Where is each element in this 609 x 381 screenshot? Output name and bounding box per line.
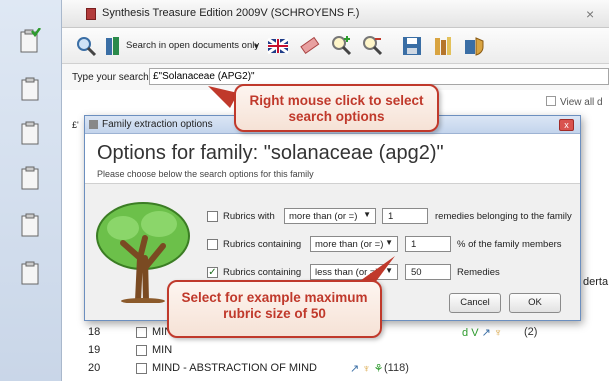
clipboard-icon[interactable] — [19, 165, 41, 191]
row-text: MIND - ABSTRACTION OF MIND — [152, 362, 317, 374]
security-icon[interactable] — [462, 34, 486, 58]
option-row-remedies-in-family: Rubrics with more than (or =) ▼ 1 remedie… — [207, 208, 577, 226]
clipboard-icon[interactable] — [19, 212, 41, 238]
operator-value: more than (or =) — [289, 211, 358, 222]
row-number: 20 — [88, 362, 101, 374]
operator-select[interactable]: more than (or =) ▼ — [310, 236, 398, 252]
remedy-icons: ↗ ♆ ⚘ — [350, 363, 384, 375]
chevron-down-icon: ▼ — [385, 238, 393, 247]
clipboard-icon[interactable] — [19, 120, 41, 146]
view-all-label: View all d — [560, 97, 603, 108]
option-label: Rubrics containing — [223, 239, 302, 250]
results-row-prefix: £' — [72, 120, 79, 130]
dialog-header: Options for family: "solanaceae (apg2)" … — [85, 134, 580, 184]
view-all-toggle[interactable]: View all d — [546, 96, 603, 108]
dialog-close-button[interactable]: x — [559, 119, 574, 131]
cancel-button[interactable]: Cancel — [449, 293, 501, 313]
operator-select[interactable]: less than (or =) ▼ — [310, 264, 398, 280]
table-row[interactable]: 20 MIND - ABSTRACTION OF MIND ↗ ♆ ⚘ (118… — [62, 360, 609, 378]
row-checkbox[interactable] — [136, 327, 147, 338]
operator-value: more than (or =) — [315, 239, 384, 250]
book-icon — [86, 8, 96, 20]
percent-input[interactable]: 1 — [405, 236, 451, 252]
row-count: (2) — [524, 326, 538, 338]
checkbox-icon[interactable] — [546, 96, 556, 106]
option-checkbox-checked[interactable]: ✓ — [207, 267, 218, 278]
row-number: 19 — [88, 344, 101, 356]
title-bar: Synthesis Treasure Edition 2009V (SCHROY… — [62, 0, 609, 28]
dialog-heading: Options for family: "solanaceae (apg2)" — [97, 142, 444, 164]
option-row-family-members-percent: Rubrics containing more than (or =) ▼ 1 %… — [207, 236, 577, 254]
callout-max-rubric-size: Select for example maximum rubric size o… — [167, 280, 382, 338]
clipboard-icon[interactable] — [19, 260, 41, 286]
clipboard-checked-icon[interactable] — [19, 27, 42, 54]
remedy-icons: d V ↗ ♆ — [462, 327, 503, 339]
option-suffix: % of the family members — [457, 239, 562, 250]
row-count: (118) — [384, 362, 409, 374]
remedies-input[interactable]: 50 — [405, 264, 451, 280]
option-suffix: Remedies — [457, 267, 500, 278]
search-minus-icon[interactable] — [361, 34, 385, 58]
close-button[interactable]: × — [586, 6, 594, 22]
option-checkbox[interactable] — [207, 211, 218, 222]
chevron-down-icon: ▼ — [363, 210, 371, 219]
option-label: Rubrics with — [223, 211, 275, 222]
table-row[interactable]: 19 MIN — [62, 342, 609, 360]
search-input[interactable] — [149, 68, 609, 85]
callout-right-click: Right mouse click to select search optio… — [234, 84, 439, 132]
window-title: Synthesis Treasure Edition 2009V (SCHROY… — [102, 7, 360, 19]
library-icon[interactable] — [431, 34, 455, 58]
row-checkbox[interactable] — [136, 363, 147, 374]
books-icon[interactable] — [104, 34, 124, 58]
toolbar: Search in open documents only ▾ — [62, 28, 609, 64]
chevron-down-icon[interactable]: ▾ — [254, 41, 259, 52]
row-number: 18 — [88, 326, 101, 338]
option-checkbox[interactable] — [207, 239, 218, 250]
window-icon — [89, 120, 98, 129]
save-icon[interactable] — [400, 34, 424, 58]
row-checkbox[interactable] — [136, 345, 147, 356]
search-icon[interactable] — [74, 34, 98, 58]
dialog-subheading: Please choose below the search options f… — [97, 169, 314, 179]
search-open-documents-toggle[interactable]: Search in open documents only — [126, 40, 259, 51]
chevron-down-icon: ▼ — [385, 266, 393, 275]
left-dock — [0, 0, 62, 381]
eraser-icon[interactable] — [297, 34, 321, 58]
search-plus-icon[interactable] — [330, 34, 354, 58]
option-suffix: remedies belonging to the family — [435, 211, 572, 222]
flag-uk-icon[interactable] — [266, 34, 290, 58]
clipboard-icon[interactable] — [19, 76, 41, 102]
row-text: MIN — [152, 344, 173, 356]
operator-value: less than (or =) — [315, 267, 379, 278]
ok-button[interactable]: OK — [509, 293, 561, 313]
dialog-title: Family extraction options — [102, 119, 213, 130]
operator-select[interactable]: more than (or =) ▼ — [284, 208, 376, 224]
truncated-text: derta — [583, 276, 609, 288]
count-input[interactable]: 1 — [382, 208, 428, 224]
option-label: Rubrics containing — [223, 267, 302, 278]
search-label: Type your search: — [72, 72, 152, 83]
